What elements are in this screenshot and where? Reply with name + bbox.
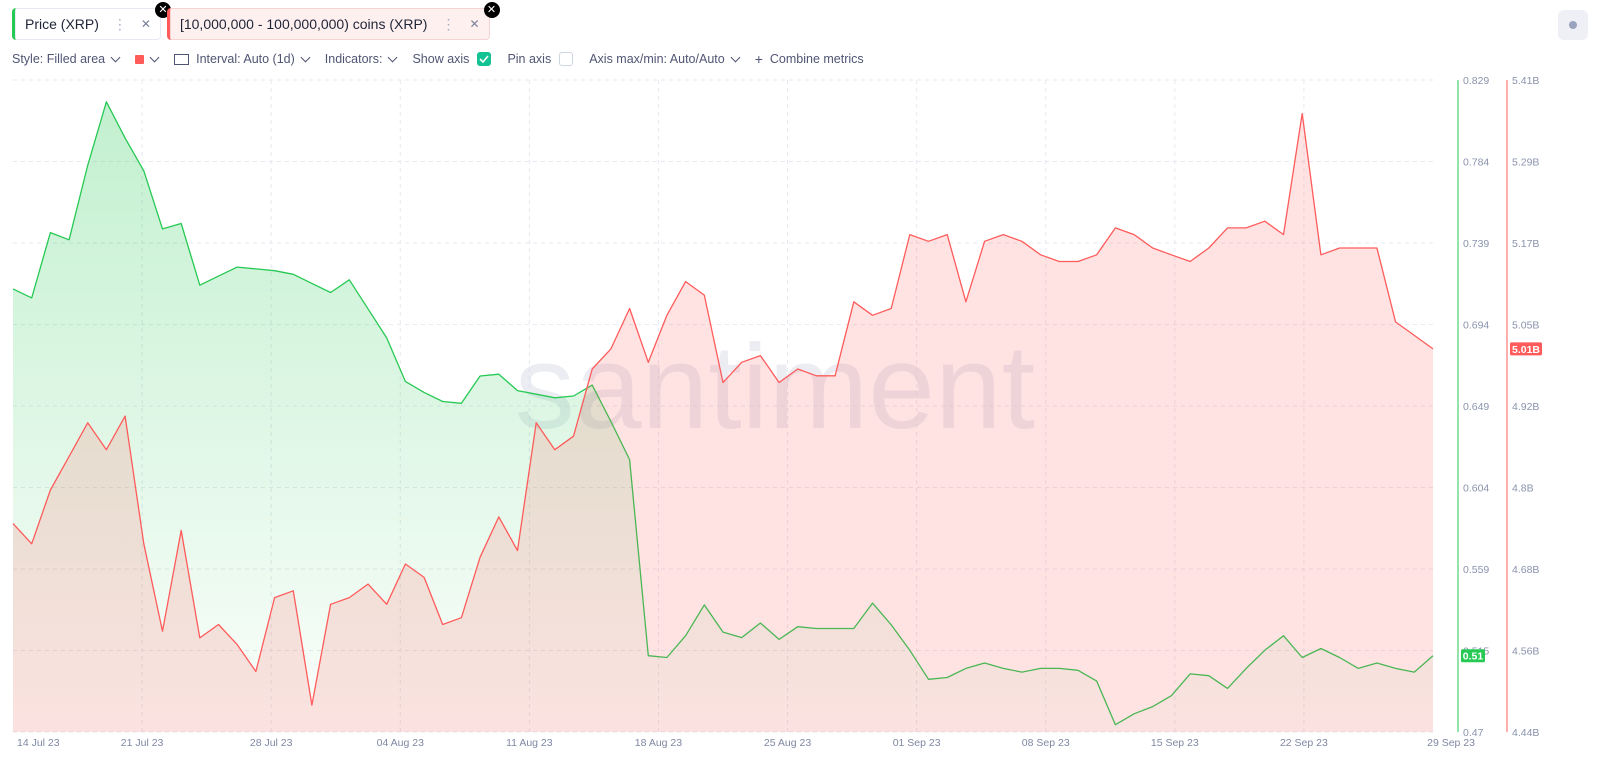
x-tick-label: 11 Aug 23 bbox=[506, 737, 553, 749]
y-tick-label: 4.8B bbox=[1512, 483, 1534, 495]
y-tick-label: 0.784 bbox=[1463, 157, 1489, 169]
y-tick-label: 0.694 bbox=[1463, 320, 1489, 332]
x-tick-label: 22 Sep 23 bbox=[1280, 737, 1328, 749]
x-tick-label: 28 Jul 23 bbox=[250, 737, 293, 749]
y-tick-label: 5.17B bbox=[1512, 238, 1539, 250]
x-tick-label: 04 Aug 23 bbox=[377, 737, 424, 749]
x-tick-label: 01 Sep 23 bbox=[893, 737, 941, 749]
y-tick-label: 4.92B bbox=[1512, 401, 1539, 413]
y-tick-label: 4.68B bbox=[1512, 564, 1539, 576]
y-tick-label: 0.604 bbox=[1463, 483, 1489, 495]
chart-canvas[interactable]: santiment 14 Jul 2321 Jul 2328 Jul 2304 … bbox=[0, 0, 1600, 772]
y-tick-label: 4.44B bbox=[1512, 727, 1539, 739]
series-areas bbox=[12, 101, 1434, 733]
y-tick-label: 0.739 bbox=[1463, 238, 1489, 250]
x-tick-label: 14 Jul 23 bbox=[17, 737, 60, 749]
y-tick-label: 5.05B bbox=[1512, 320, 1539, 332]
y-tick-label: 0.649 bbox=[1463, 401, 1489, 413]
x-tick-label: 08 Sep 23 bbox=[1022, 737, 1070, 749]
y-tick-label: 5.29B bbox=[1512, 157, 1539, 169]
y-tick-label: 5.41B bbox=[1512, 75, 1539, 87]
x-tick-label: 21 Jul 23 bbox=[121, 737, 164, 749]
last-value-label: 0.51 bbox=[1463, 651, 1484, 663]
y-tick-label: 0.559 bbox=[1463, 564, 1489, 576]
y-tick-label: 0.47 bbox=[1463, 727, 1484, 739]
y-tick-label: 0.829 bbox=[1463, 75, 1489, 87]
x-tick-label: 25 Aug 23 bbox=[764, 737, 811, 749]
x-tick-label: 15 Sep 23 bbox=[1151, 737, 1199, 749]
y-tick-label: 4.56B bbox=[1512, 646, 1539, 658]
last-value-label: 5.01B bbox=[1512, 344, 1540, 356]
x-tick-label: 18 Aug 23 bbox=[635, 737, 682, 749]
